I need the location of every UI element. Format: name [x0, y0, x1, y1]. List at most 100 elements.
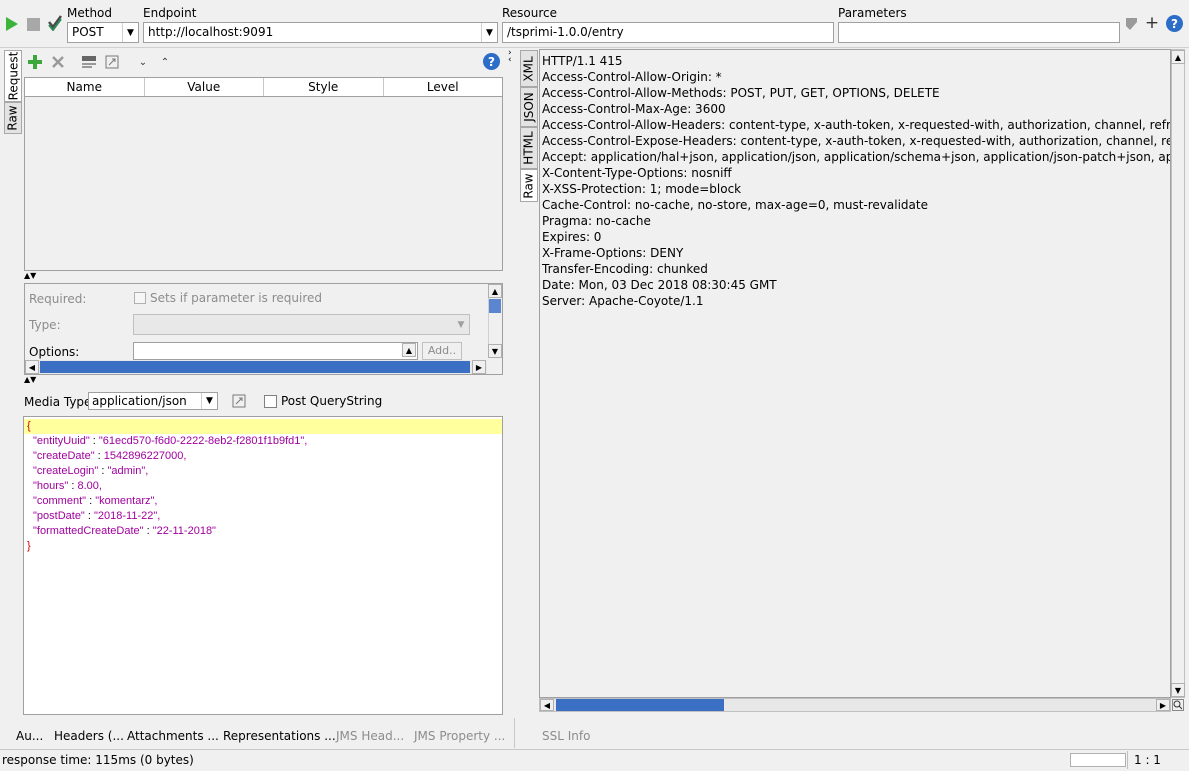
tab-headers[interactable]: Headers (... [54, 729, 124, 743]
chevron-down-icon[interactable]: ▼ [481, 23, 497, 42]
json-entry: "formattedCreateDate" : "22-11-2018" [24, 524, 502, 539]
tab-representations[interactable]: Representations ... [223, 729, 336, 743]
json-separator: : [143, 525, 153, 537]
tab-raw-request[interactable]: Raw [4, 102, 22, 134]
options-input[interactable] [133, 342, 418, 360]
scroll-left-icon[interactable]: ◀ [540, 699, 554, 711]
pane-collapse-arrows-icon[interactable]: › ‹ [508, 49, 516, 65]
assertion-check-icon[interactable] [46, 12, 64, 32]
remove-parameter-icon[interactable] [49, 53, 67, 71]
scroll-left-icon[interactable]: ◀ [25, 360, 39, 374]
help-icon[interactable]: ? [483, 53, 500, 70]
json-key: "createDate" [33, 450, 95, 462]
url-encode-icon[interactable] [80, 53, 98, 71]
json-key: "postDate" [33, 510, 85, 522]
help-icon[interactable]: ? [1166, 15, 1183, 32]
expand-editor-icon[interactable] [231, 393, 247, 409]
splitter-arrows-icon[interactable]: ▲▼ [24, 272, 46, 281]
tab-ssl-info[interactable]: SSL Info [542, 729, 590, 743]
chevron-down-icon[interactable]: ▼ [201, 393, 217, 409]
details-scroll-thumb[interactable] [489, 299, 501, 313]
status-progress-field [1070, 753, 1126, 767]
json-value: "61ecd570-f6d0-2222-8eb2-f2801f1b9fd1", [98, 435, 308, 447]
status-divider [1127, 751, 1128, 769]
response-line: Access-Control-Allow-Methods: POST, PUT,… [542, 86, 940, 100]
response-vertical-scrollbar[interactable] [1171, 49, 1185, 698]
json-key: "createLogin" [33, 465, 99, 477]
move-down-icon[interactable]: ⌄ [136, 54, 150, 70]
search-icon[interactable] [1172, 699, 1184, 711]
tab-raw-response-label: Raw [522, 172, 536, 199]
add-option-button[interactable]: Add.. [422, 342, 462, 360]
options-scroll-up-icon[interactable]: ▲ [402, 343, 416, 357]
column-header-value[interactable]: Value [145, 78, 264, 96]
tab-request[interactable]: Request [4, 50, 22, 102]
json-value: "komentarz", [95, 495, 158, 507]
type-label: Type: [29, 318, 61, 332]
response-line: Access-Control-Allow-Origin: * [542, 70, 722, 84]
endpoint-combobox[interactable]: http://localhost:9091 ▼ [143, 22, 498, 43]
json-entries: "entityUuid" : "61ecd570-f6d0-2222-8eb2-… [24, 434, 502, 539]
json-value: "22-11-2018" [152, 525, 216, 537]
response-line: Access-Control-Max-Age: 3600 [542, 102, 726, 116]
json-entry: "createDate" : 1542896227000, [24, 449, 502, 464]
details-hscroll-thumb[interactable] [40, 361, 470, 373]
resource-label: Resource [502, 6, 558, 20]
type-select[interactable]: ▼ [133, 314, 470, 335]
chevron-down-icon[interactable]: ▼ [122, 23, 138, 42]
method-label: Method [67, 6, 113, 20]
json-separator: : [84, 510, 95, 522]
run-icon[interactable] [4, 15, 20, 33]
tab-request-label: Request [6, 51, 20, 101]
splitter-arrows-icon[interactable]: ▲▼ [24, 376, 46, 385]
parameters-label: Parameters [838, 6, 907, 20]
move-up-icon[interactable]: ⌃ [158, 54, 172, 70]
method-select[interactable]: POST ▼ [67, 22, 139, 43]
tab-attachments[interactable]: Attachments ... [127, 729, 219, 743]
parameters-input[interactable] [838, 22, 1120, 43]
raw-response-view[interactable]: HTTP/1.1 415 Access-Control-Allow-Origin:… [539, 49, 1171, 698]
endpoint-label: Endpoint [143, 6, 197, 20]
json-value: 8.00, [77, 480, 102, 492]
add-icon[interactable]: + [1145, 13, 1159, 33]
request-body-editor[interactable]: { "entityUuid" : "61ecd570-f6d0-2222-8eb… [23, 416, 503, 715]
column-header-level[interactable]: Level [384, 78, 503, 96]
parameters-table-body[interactable] [24, 97, 503, 271]
column-header-style[interactable]: Style [264, 78, 384, 96]
scroll-right-icon[interactable]: ▶ [1156, 699, 1170, 711]
required-checkbox[interactable] [134, 292, 146, 304]
json-value: 1542896227000, [103, 450, 187, 462]
tab-jms-property[interactable]: JMS Property ... [414, 729, 505, 743]
post-querystring-label: Post QueryString [281, 394, 383, 408]
response-line: Date: Mon, 03 Dec 2018 08:30:45 GMT [542, 278, 777, 292]
response-line: Expires: 0 [542, 230, 602, 244]
tab-xml[interactable]: XML [520, 50, 538, 87]
tag-icon[interactable] [1124, 16, 1140, 32]
json-value: "2018-11-22", [94, 510, 161, 522]
response-hscroll-thumb[interactable] [556, 699, 724, 711]
tab-raw-response[interactable]: Raw [520, 169, 538, 202]
response-line: Server: Apache-Coyote/1.1 [542, 294, 704, 308]
json-separator: : [68, 480, 78, 492]
post-querystring-checkbox[interactable] [264, 395, 277, 408]
chevron-down-icon[interactable]: ▼ [453, 315, 469, 334]
scroll-up-icon[interactable]: ▲ [488, 284, 502, 298]
tab-auth[interactable]: Au... [16, 729, 43, 743]
column-header-name[interactable]: Name [25, 78, 145, 96]
stop-icon[interactable] [26, 16, 40, 32]
add-parameter-icon[interactable] [26, 53, 44, 71]
response-line: Pragma: no-cache [542, 214, 651, 228]
json-entry: "comment" : "komentarz", [24, 494, 502, 509]
scroll-down-icon[interactable]: ▼ [1171, 683, 1185, 697]
tab-html-label: HTML [522, 131, 536, 165]
scroll-up-icon[interactable]: ▲ [1171, 50, 1185, 64]
tab-html[interactable]: HTML [520, 127, 538, 169]
required-label: Required: [29, 292, 87, 306]
tab-jms-headers[interactable]: JMS Head... [336, 729, 404, 743]
scroll-down-icon[interactable]: ▼ [488, 344, 502, 358]
expand-window-icon[interactable] [103, 53, 121, 71]
scroll-right-icon[interactable]: ▶ [472, 360, 486, 374]
media-type-combobox[interactable]: application/json ▼ [88, 392, 218, 410]
tab-json[interactable]: JSON [520, 87, 538, 127]
resource-input[interactable]: /tsprimi-1.0.0/entry [502, 22, 834, 43]
